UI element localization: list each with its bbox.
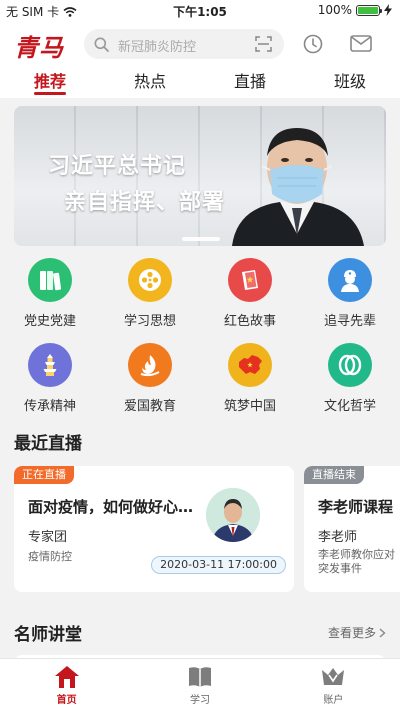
- status-bar: 无 SIM 卡 下午1:05 100%: [0, 0, 400, 22]
- scan-icon[interactable]: [255, 36, 272, 52]
- grid-item-party-history[interactable]: 党史党建: [0, 258, 100, 329]
- grid-label: 传承精神: [23, 399, 76, 414]
- nav-label: 学习: [189, 695, 210, 706]
- live-card-speaker: 李老师: [318, 530, 358, 545]
- live-card[interactable]: 正在直播 面对疫情，如何做好心… 专家团 疫情防控 2020-03-11 17:…: [14, 466, 294, 592]
- live-card-tag: 李老师教你应对突发事件: [318, 548, 395, 575]
- grid-label: 党史党建: [23, 314, 76, 329]
- live-card-tag: 疫情防控: [28, 550, 72, 563]
- grid-label: 学习思想: [123, 314, 176, 329]
- charging-icon: [384, 4, 392, 16]
- tab-recommend[interactable]: 推荐: [0, 64, 100, 98]
- red-book-icon: [228, 258, 272, 302]
- grid-item-spirit[interactable]: 传承精神: [0, 343, 100, 414]
- soldier-icon: [328, 258, 372, 302]
- app-screen: 无 SIM 卡 下午1:05 100% 青马 新冠肺炎防控 推荐 热点 直播 班…: [0, 0, 400, 710]
- status-badge: 直播结束: [304, 466, 364, 484]
- flame-icon: [128, 343, 172, 387]
- nav-label: 账户: [323, 695, 344, 706]
- nav-home[interactable]: 首页: [0, 659, 133, 710]
- china-map-icon: [228, 343, 272, 387]
- nav-study[interactable]: 学习: [133, 659, 266, 710]
- view-more-label: 查看更多: [327, 626, 376, 640]
- chevron-right-icon: [379, 627, 386, 638]
- category-tabs: 推荐 热点 直播 班级: [0, 64, 400, 98]
- avatar: [206, 488, 260, 542]
- grid-label: 文化哲学: [323, 399, 376, 414]
- grid-item-ancestors[interactable]: 追寻先辈: [300, 258, 400, 329]
- banner-portrait-image: [232, 128, 364, 246]
- live-card-title: 面对疫情，如何做好心…: [28, 498, 194, 516]
- tab-live[interactable]: 直播: [200, 64, 300, 98]
- live-card-time: 2020-03-11 17:00:00: [151, 556, 286, 574]
- top-header: 青马 新冠肺炎防控: [0, 22, 400, 64]
- mail-icon[interactable]: [350, 35, 372, 52]
- hero-banner[interactable]: 习近平总书记 亲自指挥、部署: [14, 106, 386, 246]
- crown-icon: [322, 668, 345, 685]
- film-reel-icon: [128, 258, 172, 302]
- nav-label: 首页: [56, 695, 77, 706]
- nav-account[interactable]: 账户: [267, 659, 400, 710]
- view-more-link[interactable]: 查看更多: [328, 624, 386, 641]
- tab-class[interactable]: 班级: [300, 64, 400, 98]
- tab-hot[interactable]: 热点: [100, 64, 200, 98]
- search-bar[interactable]: 新冠肺炎防控: [84, 29, 284, 59]
- pagoda-icon: [28, 343, 72, 387]
- leaf-icon: [328, 343, 372, 387]
- search-placeholder: 新冠肺炎防控: [118, 40, 197, 55]
- books-icon: [28, 258, 72, 302]
- grid-label: 爱国教育: [123, 399, 176, 414]
- banner-line1: 习近平总书记: [48, 154, 187, 179]
- home-icon: [54, 666, 79, 688]
- battery-icon: [356, 4, 382, 16]
- grid-item-patriotic[interactable]: 爱国教育: [100, 343, 200, 414]
- status-right: 100%: [318, 3, 392, 17]
- grid-item-culture[interactable]: 文化哲学: [300, 343, 400, 414]
- section-title-teacher-hall: 名师讲堂: [14, 625, 82, 645]
- status-badge: 正在直播: [14, 466, 74, 484]
- battery-percent: 100%: [317, 3, 352, 17]
- app-logo[interactable]: 青马: [14, 28, 64, 63]
- book-icon: [188, 667, 211, 687]
- grid-label: 筑梦中国: [223, 399, 276, 414]
- grid-item-study-thought[interactable]: 学习思想: [100, 258, 200, 329]
- section-title-recent-live: 最近直播: [14, 434, 82, 454]
- live-card[interactable]: 直播结束 李老师课程 李老师 李老师教你应对突发事件: [304, 466, 400, 592]
- grid-label: 红色故事: [223, 314, 276, 329]
- banner-line2: 亲自指挥、部署: [64, 190, 226, 215]
- banner-page-indicator: [182, 237, 220, 241]
- bottom-nav: 首页 学习 账户: [0, 658, 400, 710]
- grid-item-china-dream[interactable]: 筑梦中国: [200, 343, 300, 414]
- grid-label: 追寻先辈: [323, 314, 376, 329]
- live-card-speaker: 专家团: [28, 530, 68, 545]
- history-clock-icon[interactable]: [303, 34, 323, 54]
- grid-item-red-story[interactable]: 红色故事: [200, 258, 300, 329]
- live-card-title: 李老师课程: [318, 498, 394, 516]
- search-icon: [94, 37, 109, 52]
- category-grid: 党史党建 学习思想 红色故事 追寻先辈 传承精神 爱国教育 筑梦中国 文化哲学: [0, 258, 400, 414]
